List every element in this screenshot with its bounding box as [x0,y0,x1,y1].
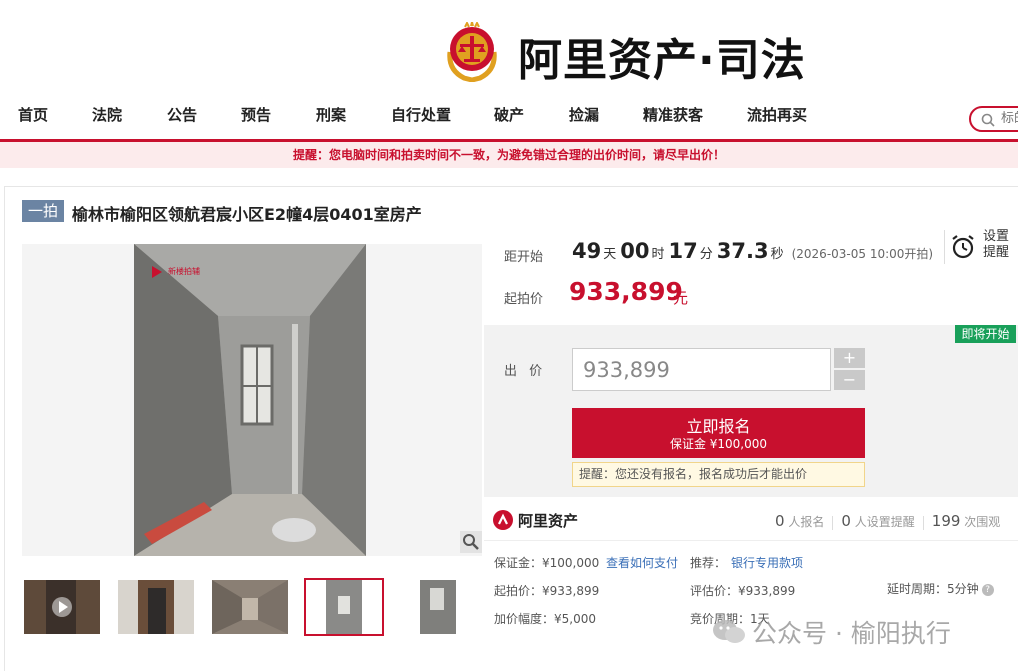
countdown-label: 距开始 [504,250,544,265]
brand-title[interactable]: 阿里资产·司法 [518,24,806,88]
ali-asset-logo-text: 阿里资产 [518,512,579,530]
start-price-unit: 元 [673,289,689,307]
court-emblem-icon [444,20,500,83]
search-icon[interactable] [981,112,995,131]
delay-period-info: 延时周期：5分钟? [887,580,994,597]
start-time-note: (2026-03-05 10:00开拍) [791,247,934,261]
nav-item-bankruptcy[interactable]: 破产 [494,104,524,125]
minutes-unit: 分 [699,247,713,262]
search-box[interactable] [969,106,1018,132]
bid-amount-input[interactable] [572,348,831,391]
decrease-bid-button[interactable]: − [834,370,865,390]
registrant-count: 0 [775,512,785,530]
countdown-seconds: 37.3 [716,239,769,263]
nav-item-notice[interactable]: 公告 [167,104,197,125]
bank-account-link[interactable]: 银行专用款项 [731,554,803,571]
thumbnail[interactable] [212,580,288,634]
time-mismatch-alert: 提醒：您电脑时间和拍卖时间不一致，为避免错过合理的出价时间，请尽早出价！ [0,142,1018,168]
nav-item-court[interactable]: 法院 [92,104,122,125]
main-nav: 首页 法院 公告 预告 刑案 自行处置 破产 捡漏 精准获客 流拍再买 [0,104,1018,134]
registration-tip: 提醒：您还没有报名，报名成功后才能出价 [572,462,865,487]
thumbnail[interactable] [24,580,100,634]
reminder-count: 0 [841,512,851,530]
countdown-minutes: 17 [668,239,698,263]
view-label: 次围观 [964,515,1001,529]
nav-item-criminal[interactable]: 刑案 [316,104,346,125]
deposit-info: 保证金：¥100,000 [494,556,600,570]
main-photo[interactable]: 新楼拍辅 [134,244,366,556]
appraisal-info: 评估价：¥933,899 [690,584,796,598]
wechat-icon [712,618,746,652]
nav-item-home[interactable]: 首页 [18,104,48,125]
recommend-label: 推荐： [690,556,727,570]
reminder-label: 人设置提醒 [854,515,915,529]
start-price-label: 起拍价 [504,292,544,307]
start-price-info: 起拍价：¥933,899 [494,584,600,598]
status-badge: 即将开始 [955,325,1016,343]
thumbnail[interactable] [400,580,476,634]
how-to-pay-link[interactable]: 查看如何支付 [606,554,678,571]
wechat-watermark: 公众号 · 榆阳执行 [712,614,951,652]
search-input[interactable] [1001,111,1018,126]
bid-label: 出 价 [504,364,547,379]
seconds-unit: 秒 [770,247,784,262]
divider [944,230,945,264]
view-count: 199 [931,512,961,530]
thumbnail-selected[interactable] [304,578,384,636]
thumbnail[interactable] [118,580,194,634]
register-label: 立即报名 [686,417,751,436]
nav-item-preview[interactable]: 预告 [241,104,271,125]
countdown-days: 49 [572,239,602,263]
register-now-button[interactable]: 立即报名 保证金 ¥100,000 [572,408,865,458]
delay-period-text: 延时周期：5分钟 [887,582,979,596]
increment-info: 加价幅度：¥5,000 [494,612,596,626]
increase-bid-button[interactable]: + [834,348,865,368]
set-reminder-button[interactable]: 设置提醒 [983,229,1013,261]
help-icon[interactable]: ? [981,583,994,596]
countdown-hours: 00 [620,239,650,263]
ali-asset-logo-icon [493,510,513,530]
auction-stats: 0 人报名 0 人设置提醒 199 次围观 [775,512,1000,530]
nav-item-self-disposal[interactable]: 自行处置 [391,104,451,125]
nav-item-precise-leads[interactable]: 精准获客 [643,104,703,125]
divider [484,540,1018,541]
registrant-label: 人报名 [788,515,825,529]
round-badge: 一拍 [22,200,64,222]
hours-unit: 时 [651,247,665,262]
alarm-clock-icon[interactable] [950,234,976,264]
start-price-value: 933,899 [569,277,683,306]
days-unit: 天 [603,247,617,262]
watermark-text: 公众号 · 榆阳执行 [752,619,951,648]
countdown-timer: 49 天 00 时 17 分 37.3 秒 (2026-03-05 10:00开拍) [572,239,933,263]
nav-item-bargain[interactable]: 捡漏 [569,104,599,125]
photo-watermark: 新楼拍辅 [168,266,200,276]
item-title: 榆林市榆阳区领航君宸小区E2幢4层0401室房产 [72,205,422,224]
deposit-label: 保证金 ¥100,000 [669,437,768,451]
nav-item-relist[interactable]: 流拍再买 [747,104,807,125]
zoom-icon[interactable] [460,531,482,557]
